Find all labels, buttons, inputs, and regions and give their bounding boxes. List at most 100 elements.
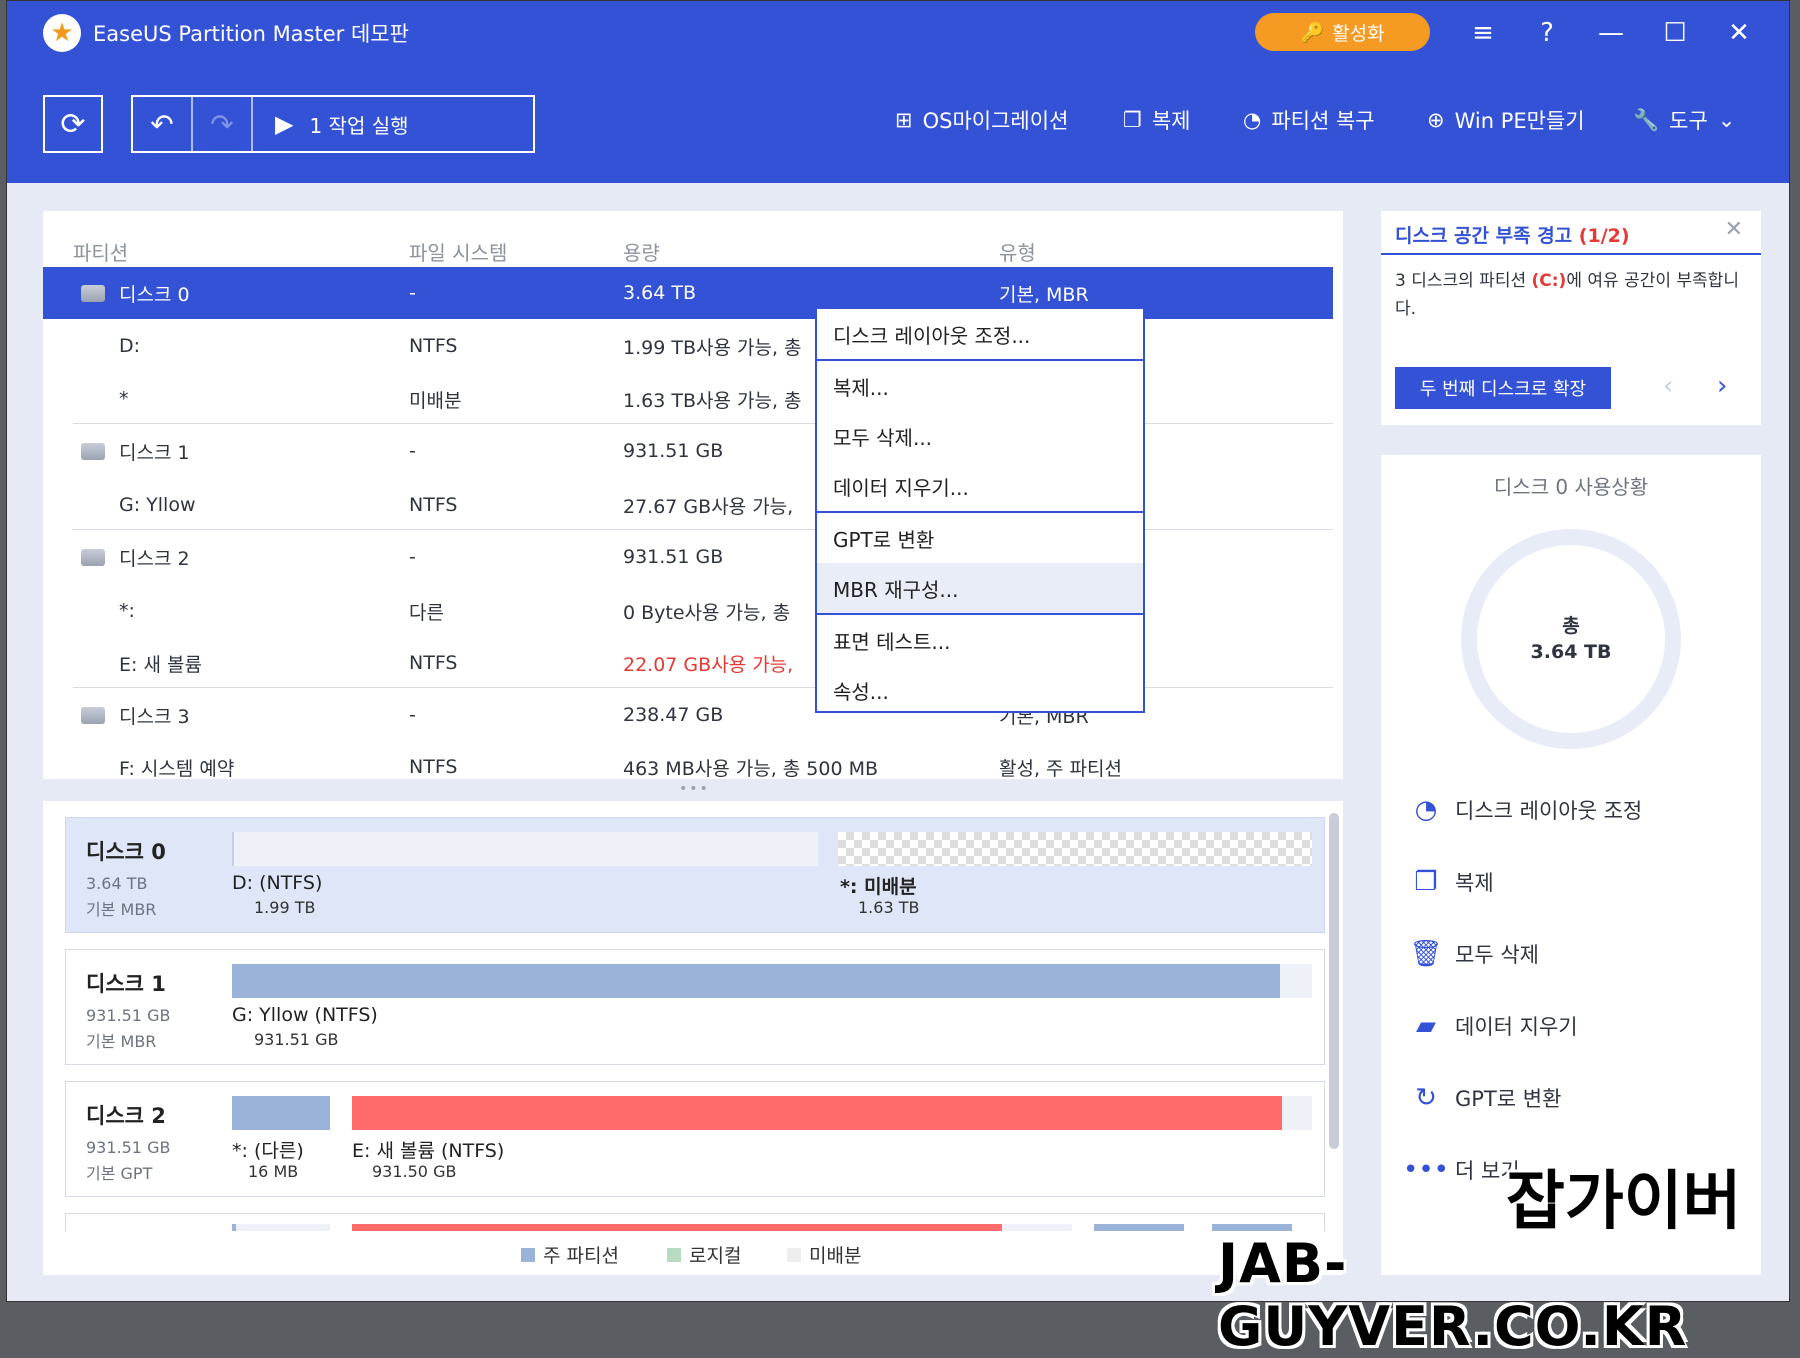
chevron-down-icon: ⌄ bbox=[1717, 108, 1736, 132]
menu-item-delete-all[interactable]: 모두 삭제... bbox=[817, 411, 1143, 461]
warning-text: 3 디스크의 파티션 (C:)에 여유 공간이 부족합니다. bbox=[1395, 271, 1739, 319]
convert-icon: ↻ bbox=[1415, 1083, 1437, 1113]
undo-button[interactable]: ↶ bbox=[133, 97, 193, 151]
partition-bar-unallocated[interactable] bbox=[838, 832, 1312, 866]
space-warning-card: 디스크 공간 부족 경고 (1/2) ✕ 3 디스크의 파티션 (C:)에 여유… bbox=[1381, 211, 1761, 425]
disk-icon bbox=[81, 284, 105, 302]
menu-icon[interactable]: ≡ bbox=[1463, 13, 1503, 53]
title-bar: ★ EaseUS Partition Master 데모판 🔑 활성화 ≡ ? —… bbox=[7, 1, 1789, 65]
prev-arrow-icon[interactable]: ‹ bbox=[1663, 371, 1673, 401]
row-type: 기본, MBR bbox=[999, 283, 1089, 306]
partition-row[interactable]: F: 시스템 예약 NTFS 463 MB사용 가능, 총 500 MB 활성, 주 … bbox=[43, 741, 1333, 779]
warning-title: 디스크 공간 부족 경고 (1/2) bbox=[1395, 225, 1630, 247]
header-capacity: 용량 bbox=[623, 241, 660, 265]
partition-bar-d[interactable] bbox=[232, 832, 818, 866]
action-clone[interactable]: ❐ 복제 bbox=[1411, 867, 1493, 897]
row-name: G: Yllow bbox=[119, 494, 196, 516]
key-icon: 🔑 bbox=[1300, 21, 1325, 44]
row-filesystem: NTFS bbox=[409, 335, 458, 357]
maximize-icon[interactable]: ☐ bbox=[1655, 13, 1695, 53]
close-icon[interactable]: ✕ bbox=[1719, 13, 1759, 53]
more-icon: ••• bbox=[1403, 1155, 1450, 1185]
action-delete-all[interactable]: 🗑 모두 삭제 bbox=[1410, 939, 1539, 969]
close-warning-icon[interactable]: ✕ bbox=[1725, 217, 1743, 242]
menu-item-surface-test[interactable]: 표면 테스트... bbox=[817, 615, 1143, 665]
disk-icon bbox=[81, 548, 105, 566]
refresh-button[interactable]: ⟳ bbox=[43, 95, 103, 153]
disk-icon bbox=[81, 442, 105, 460]
menu-item-resize-layout[interactable]: 디스크 레이아웃 조정... bbox=[817, 309, 1143, 359]
row-name: F: 시스템 예약 bbox=[119, 757, 235, 780]
row-filesystem: NTFS bbox=[409, 652, 458, 674]
row-type: 활성, 주 파티션 bbox=[999, 757, 1122, 780]
disk-icon bbox=[81, 706, 105, 724]
minimize-icon[interactable]: — bbox=[1591, 13, 1631, 53]
redo-button[interactable]: ↷ bbox=[193, 97, 253, 151]
partition-bar-e[interactable] bbox=[352, 1096, 1282, 1130]
action-wipe-data[interactable]: ▰ 데이터 지우기 bbox=[1411, 1011, 1578, 1041]
row-filesystem: - bbox=[409, 282, 416, 304]
disk-map-card-3[interactable] bbox=[65, 1213, 1325, 1231]
app-logo-icon: ★ bbox=[43, 14, 81, 52]
disk-map-card-0[interactable]: 디스크 0 3.64 TB 기본 MBR D: (NTFS) 1.99 TB *… bbox=[65, 817, 1325, 933]
winpe-button[interactable]: ⊕ Win PE만들기 bbox=[1427, 105, 1585, 135]
tools-dropdown[interactable]: 🔧 도구 ⌄ bbox=[1633, 105, 1735, 135]
row-capacity: 22.07 GB사용 가능, bbox=[623, 653, 794, 676]
row-filesystem: - bbox=[409, 440, 416, 462]
legend-unallocated: 미배분 bbox=[787, 1241, 861, 1268]
play-icon: ▶ bbox=[275, 110, 294, 138]
usage-ring bbox=[1461, 529, 1681, 749]
os-migration-button[interactable]: ⊞ OS마이그레이션 bbox=[895, 105, 1068, 135]
menu-item-rebuild-mbr[interactable]: MBR 재구성... bbox=[817, 563, 1143, 613]
menu-item-clone[interactable]: 복제... bbox=[817, 361, 1143, 411]
resize-handle[interactable]: ••• bbox=[679, 781, 710, 797]
clone-icon: ❐ bbox=[1414, 867, 1438, 897]
watermark-korean: 잡가이버 bbox=[1506, 1165, 1742, 1239]
row-capacity: 1.99 TB사용 가능, 총 bbox=[623, 336, 802, 359]
row-name: 디스크 3 bbox=[119, 705, 190, 728]
row-name: *: bbox=[119, 600, 135, 622]
menu-item-wipe-data[interactable]: 데이터 지우기... bbox=[817, 461, 1143, 511]
row-capacity: 931.51 GB bbox=[623, 546, 724, 568]
menu-item-properties[interactable]: 속성... bbox=[817, 665, 1143, 715]
usage-total-label: 총 bbox=[1562, 615, 1580, 637]
row-name: 디스크 2 bbox=[119, 547, 190, 570]
row-capacity: 238.47 GB bbox=[623, 704, 724, 726]
activate-button[interactable]: 🔑 활성화 bbox=[1255, 13, 1430, 51]
toolbar: ⟳ ↶ ↷ ▶ 1 작업 실행 ⊞ OS마이그레이션 ❐ 복제 ◔ 파티션 복구 ⊕ Wi… bbox=[7, 65, 1789, 183]
disk-map-card-1[interactable]: 디스크 1 931.51 GB 기본 MBR G: Yllow (NTFS) 9… bbox=[65, 949, 1325, 1065]
legend-swatch bbox=[787, 1247, 801, 1262]
windows-icon: ⊞ bbox=[895, 108, 913, 132]
action-convert-gpt[interactable]: ↻ GPT로 변환 bbox=[1411, 1083, 1561, 1113]
row-capacity: 27.67 GB사용 가능, bbox=[623, 495, 794, 518]
row-capacity: 3.64 TB bbox=[623, 282, 696, 304]
undo-icon: ↶ bbox=[150, 107, 174, 141]
extend-disk-button[interactable]: 두 번째 디스크로 확장 bbox=[1395, 367, 1611, 409]
action-resize-layout[interactable]: ◔ 디스크 레이아웃 조정 bbox=[1411, 795, 1643, 825]
row-capacity: 931.51 GB bbox=[623, 440, 724, 462]
run-operations-button[interactable]: ▶ 1 작업 실행 bbox=[275, 110, 409, 139]
row-name: 디스크 0 bbox=[119, 283, 190, 306]
undo-run-group: ↶ ↷ ▶ 1 작업 실행 bbox=[131, 95, 535, 153]
row-capacity: 1.63 TB사용 가능, 총 bbox=[623, 389, 802, 412]
row-capacity: 0 Byte사용 가능, 총 bbox=[623, 601, 791, 624]
app-window: ★ EaseUS Partition Master 데모판 🔑 활성화 ≡ ? —… bbox=[6, 0, 1790, 1302]
map-scrollbar[interactable] bbox=[1329, 813, 1339, 1149]
menu-item-convert-gpt[interactable]: GPT로 변환 bbox=[817, 513, 1143, 563]
row-name: E: 새 볼륨 bbox=[119, 653, 202, 676]
partition-bar-g[interactable] bbox=[232, 964, 1280, 998]
action-more[interactable]: ••• 더 보기 bbox=[1403, 1155, 1520, 1185]
partition-recovery-button[interactable]: ◔ 파티션 복구 bbox=[1243, 105, 1375, 135]
disk-map-card-2[interactable]: 디스크 2 931.51 GB 기본 GPT *: (다른) 16 MB E: … bbox=[65, 1081, 1325, 1197]
partition-table: 파티션 파일 시스템 용량 유형 디스크 0 - 3.64 TB 기본, MBR D: N… bbox=[43, 211, 1343, 779]
eraser-icon: ▰ bbox=[1416, 1011, 1436, 1041]
next-arrow-icon[interactable]: › bbox=[1717, 371, 1727, 401]
header-partition: 파티션 bbox=[73, 241, 129, 265]
row-name: * bbox=[119, 388, 129, 410]
row-name: 디스크 1 bbox=[119, 441, 190, 464]
clone-button[interactable]: ❐ 복제 bbox=[1123, 105, 1190, 135]
header-filesystem: 파일 시스템 bbox=[409, 241, 508, 265]
row-filesystem: 다른 bbox=[409, 601, 444, 624]
help-icon[interactable]: ? bbox=[1527, 13, 1567, 53]
partition-bar-other[interactable] bbox=[232, 1096, 330, 1130]
